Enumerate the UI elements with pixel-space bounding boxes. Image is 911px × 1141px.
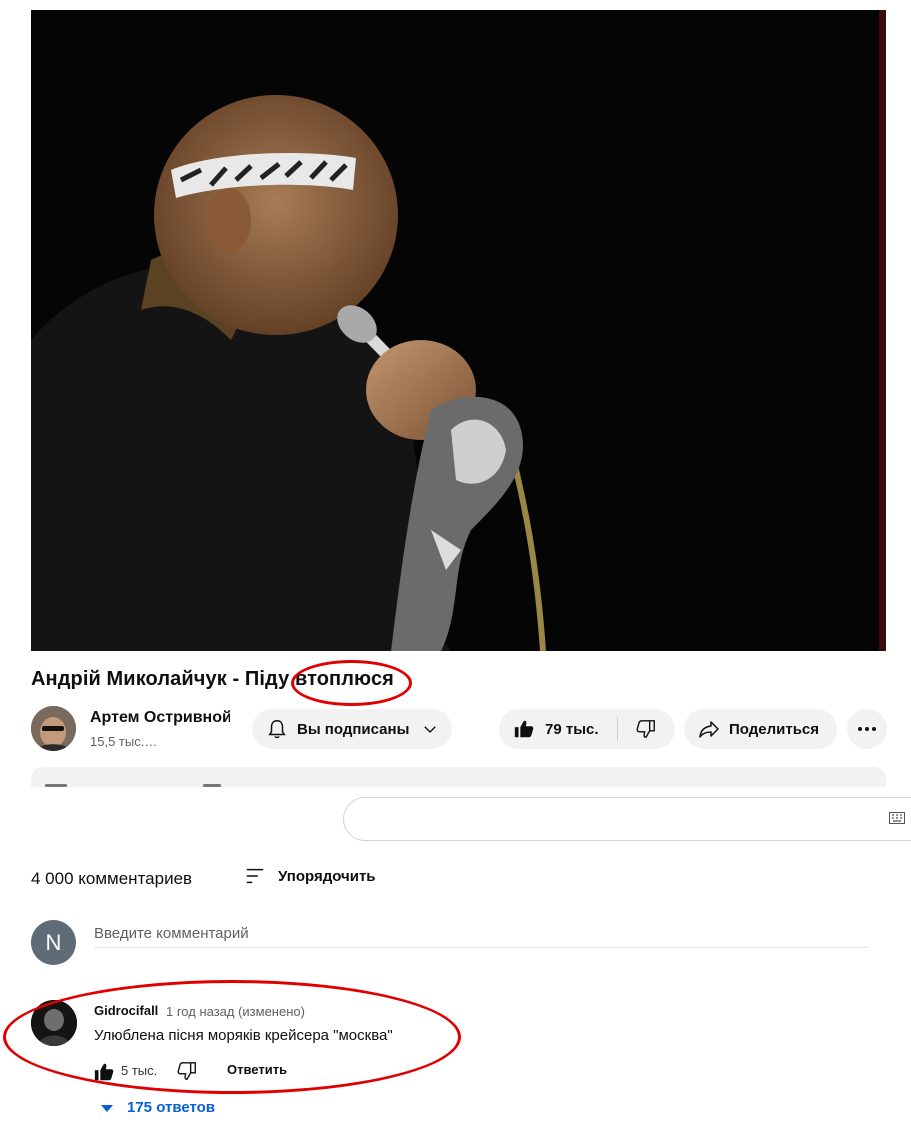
caret-down-icon [101,1104,113,1112]
overlay-text-input[interactable] [343,797,911,841]
commenter-avatar[interactable] [31,1000,77,1046]
comment-author[interactable]: Gidrocifall [94,1003,158,1018]
description-box[interactable] [31,767,886,787]
share-label: Поделиться [729,720,820,738]
dislike-button[interactable] [618,709,674,749]
chevron-down-icon [424,726,437,733]
comments-count: 4 000 комментариев [31,869,193,888]
like-dislike-group: 79 тыс. [499,709,675,749]
share-icon [699,721,719,738]
replies-count: 175 ответов [127,1099,216,1116]
comment-text: Улюблена пісня моряків крейсера "москва" [94,1027,393,1044]
more-icon [858,727,876,731]
sort-label: Упорядочить [278,867,376,885]
description-fragment [45,784,67,787]
description-fragment [203,784,221,787]
channel-name[interactable]: Артем Остривной [90,709,230,727]
add-comment-input[interactable] [94,920,868,948]
comment-reply-button[interactable]: Ответить [227,1062,287,1077]
sort-icon [246,868,264,884]
comment-timestamp[interactable]: 1 год назад (изменено) [166,1004,305,1019]
keyboard-icon[interactable] [889,812,905,824]
video-frame [31,10,886,651]
comment-like-count: 5 тыс. [121,1063,158,1078]
sort-comments-button[interactable]: Упорядочить [244,865,376,887]
more-actions-button[interactable] [847,709,887,749]
video-title-text: Андрій Миколайчук - Піду [31,668,295,690]
channel-avatar[interactable] [31,706,76,751]
video-player[interactable] [31,10,886,651]
channel-subscribers: 15,5 тыс.… [90,734,158,749]
channel-avatar-image [31,706,76,751]
thumb-down-icon [636,720,655,738]
youtube-watch-page: Андрій Миколайчук - Піду втоплюся Артем … [0,0,911,1141]
thumb-up-icon [514,720,534,738]
like-count: 79 тыс. [545,720,599,738]
like-button[interactable]: 79 тыс. [499,709,617,749]
comment-like-icon[interactable] [93,1061,115,1083]
subscribed-button[interactable]: Вы подписаны [252,709,452,749]
bell-icon [268,720,286,739]
video-title-circled-word: втоплюся [294,668,394,690]
video-title: Андрій Миколайчук - Піду втоплюся [31,668,394,691]
share-button[interactable]: Поделиться [684,709,837,749]
commenter-avatar-image [31,1000,77,1046]
view-replies-button[interactable]: 175 ответов [99,1099,215,1116]
current-user-avatar: N [31,920,76,965]
subscribed-label: Вы подписаны [297,720,410,738]
comment-dislike-icon[interactable] [176,1060,198,1082]
